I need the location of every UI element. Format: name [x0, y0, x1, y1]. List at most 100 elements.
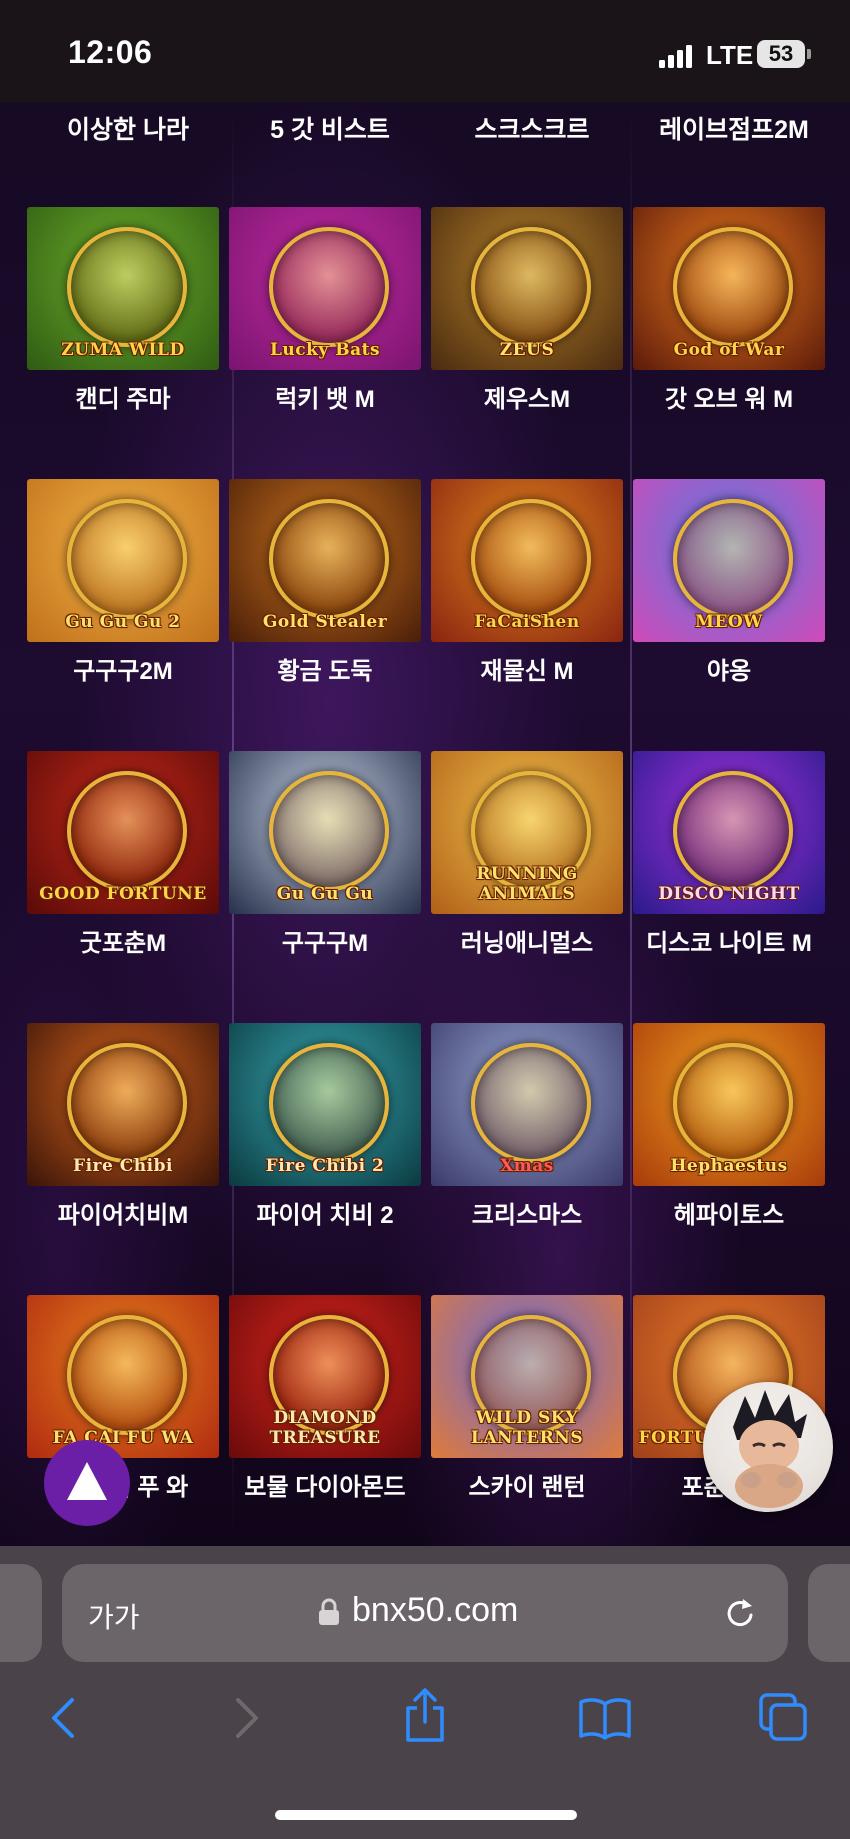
signal-icon	[659, 44, 699, 68]
game-tile[interactable]: Hephaestus	[633, 1023, 825, 1186]
game-tile[interactable]: Fire Chibi	[27, 1023, 219, 1186]
scroll-top-button[interactable]	[44, 1440, 130, 1526]
game-tile[interactable]: Lucky Bats	[229, 207, 421, 370]
chevron-left-icon[interactable]	[48, 1696, 78, 1740]
game-label[interactable]: 헤파이토스	[626, 1195, 832, 1230]
game-tile[interactable]: Gold Stealer	[229, 479, 421, 642]
game-logo: Gu Gu Gu 2	[65, 612, 181, 632]
game-tile[interactable]: Xmas	[431, 1023, 623, 1186]
game-logo: ZEUS	[499, 340, 555, 360]
game-label[interactable]: 구구구2M	[20, 651, 226, 686]
game-label[interactable]: 디스코 나이트 M	[626, 923, 832, 958]
game-medallion	[471, 498, 591, 619]
game-logo: FaCaiShen	[474, 612, 580, 632]
game-label[interactable]: 5 갓 비스트	[234, 110, 426, 146]
game-medallion	[67, 226, 187, 347]
light-streak	[630, 102, 632, 1546]
game-medallion	[67, 1314, 187, 1435]
chat-avatar-icon	[733, 1390, 807, 1508]
game-logo: Gold Stealer	[262, 612, 388, 632]
game-medallion	[269, 498, 389, 619]
game-tile[interactable]: Gu Gu Gu 2	[27, 479, 219, 642]
game-medallion	[67, 770, 187, 891]
game-medallion	[269, 226, 389, 347]
game-label[interactable]: 파이어치비M	[20, 1195, 226, 1230]
network-type: LTE	[706, 40, 754, 70]
game-logo: WILD SKY LANTERNS	[470, 1408, 584, 1448]
game-label[interactable]: 제우스M	[424, 379, 630, 414]
battery-icon: 53	[757, 40, 805, 68]
game-label[interactable]: 재물신 M	[424, 651, 630, 686]
game-tile[interactable]: FA CAI FU WA	[27, 1295, 219, 1458]
game-logo: Fire Chibi	[73, 1156, 173, 1176]
game-label[interactable]: 러닝애니멀스	[424, 923, 630, 958]
game-label[interactable]: 보물 다이아몬드	[222, 1467, 428, 1502]
status-bar: 12:06 LTE 53	[0, 0, 850, 102]
game-grid: 이상한 나라 5 갓 비스트 스크스크르 레이브점프2M ZUMA WILD 캔디…	[0, 102, 850, 1546]
home-indicator	[275, 1810, 577, 1820]
game-medallion	[269, 770, 389, 891]
game-tile[interactable]: DISCO NIGHT	[633, 751, 825, 914]
game-medallion	[471, 226, 591, 347]
game-label[interactable]: 파이어 치비 2	[222, 1195, 428, 1230]
game-medallion	[673, 226, 793, 347]
game-medallion	[673, 770, 793, 891]
share-icon[interactable]	[402, 1686, 448, 1744]
game-medallion	[673, 498, 793, 619]
game-label[interactable]: 캔디 주마	[20, 379, 226, 414]
game-logo: Lucky Bats	[269, 340, 381, 360]
chevron-right-icon[interactable]	[232, 1696, 262, 1740]
game-logo: RUNNING ANIMALS	[476, 864, 578, 904]
game-tile[interactable]: GOOD FORTUNE	[27, 751, 219, 914]
game-logo: Xmas	[500, 1156, 554, 1176]
game-logo: DIAMOND TREASURE	[269, 1408, 381, 1448]
lock-icon	[319, 1598, 339, 1625]
game-medallion	[269, 1042, 389, 1163]
reload-icon[interactable]	[722, 1594, 758, 1632]
game-logo: MEOW	[695, 612, 763, 632]
game-label[interactable]: 굿포춘M	[20, 923, 226, 958]
game-tile[interactable]: Fire Chibi 2	[229, 1023, 421, 1186]
game-label[interactable]: 황금 도둑	[222, 651, 428, 686]
game-label[interactable]: 레이브점프2M	[638, 110, 830, 146]
game-tile[interactable]: DIAMOND TREASURE	[229, 1295, 421, 1458]
game-tile[interactable]: MEOW	[633, 479, 825, 642]
text-size-button[interactable]: 가가	[88, 1596, 140, 1636]
battery-tip	[807, 49, 811, 59]
chat-avatar-button[interactable]	[703, 1382, 833, 1512]
status-time: 12:06	[68, 34, 153, 70]
game-medallion	[673, 1042, 793, 1163]
game-logo: Fire Chibi 2	[265, 1156, 385, 1176]
game-logo: Hephaestus	[670, 1156, 788, 1176]
game-label[interactable]: 이상한 나라	[32, 110, 224, 146]
game-label[interactable]: 크리스마스	[424, 1195, 630, 1230]
previous-tab-preview[interactable]	[0, 1564, 42, 1662]
game-tile[interactable]: RUNNING ANIMALS	[431, 751, 623, 914]
url-text[interactable]: bnx50.com	[352, 1591, 518, 1630]
game-tile[interactable]: FaCaiShen	[431, 479, 623, 642]
game-medallion	[67, 1042, 187, 1163]
game-medallion	[67, 498, 187, 619]
game-logo: DISCO NIGHT	[658, 884, 800, 904]
game-medallion	[471, 1042, 591, 1163]
triangle-up-icon	[67, 1462, 107, 1500]
game-label[interactable]: 럭키 뱃 M	[222, 379, 428, 414]
game-label[interactable]: 스크스크르	[436, 110, 628, 146]
game-label[interactable]: 스카이 랜턴	[424, 1467, 630, 1502]
game-label[interactable]: 구구구M	[222, 923, 428, 958]
game-tile[interactable]: ZEUS	[431, 207, 623, 370]
game-logo: ZUMA WILD	[61, 340, 185, 360]
game-logo: Gu Gu Gu	[276, 884, 374, 904]
game-label[interactable]: 야옹	[626, 651, 832, 686]
game-tile[interactable]: Gu Gu Gu	[229, 751, 421, 914]
game-label[interactable]: 갓 오브 워 M	[626, 379, 832, 414]
game-logo: God of War	[673, 340, 785, 360]
game-logo: FA CAI FU WA	[52, 1428, 194, 1448]
next-tab-preview[interactable]	[808, 1564, 850, 1662]
game-tile[interactable]: God of War	[633, 207, 825, 370]
game-logo: GOOD FORTUNE	[39, 884, 207, 904]
book-icon[interactable]	[578, 1696, 632, 1740]
game-tile[interactable]: WILD SKY LANTERNS	[431, 1295, 623, 1458]
tabs-icon[interactable]	[758, 1692, 810, 1742]
game-tile[interactable]: ZUMA WILD	[27, 207, 219, 370]
